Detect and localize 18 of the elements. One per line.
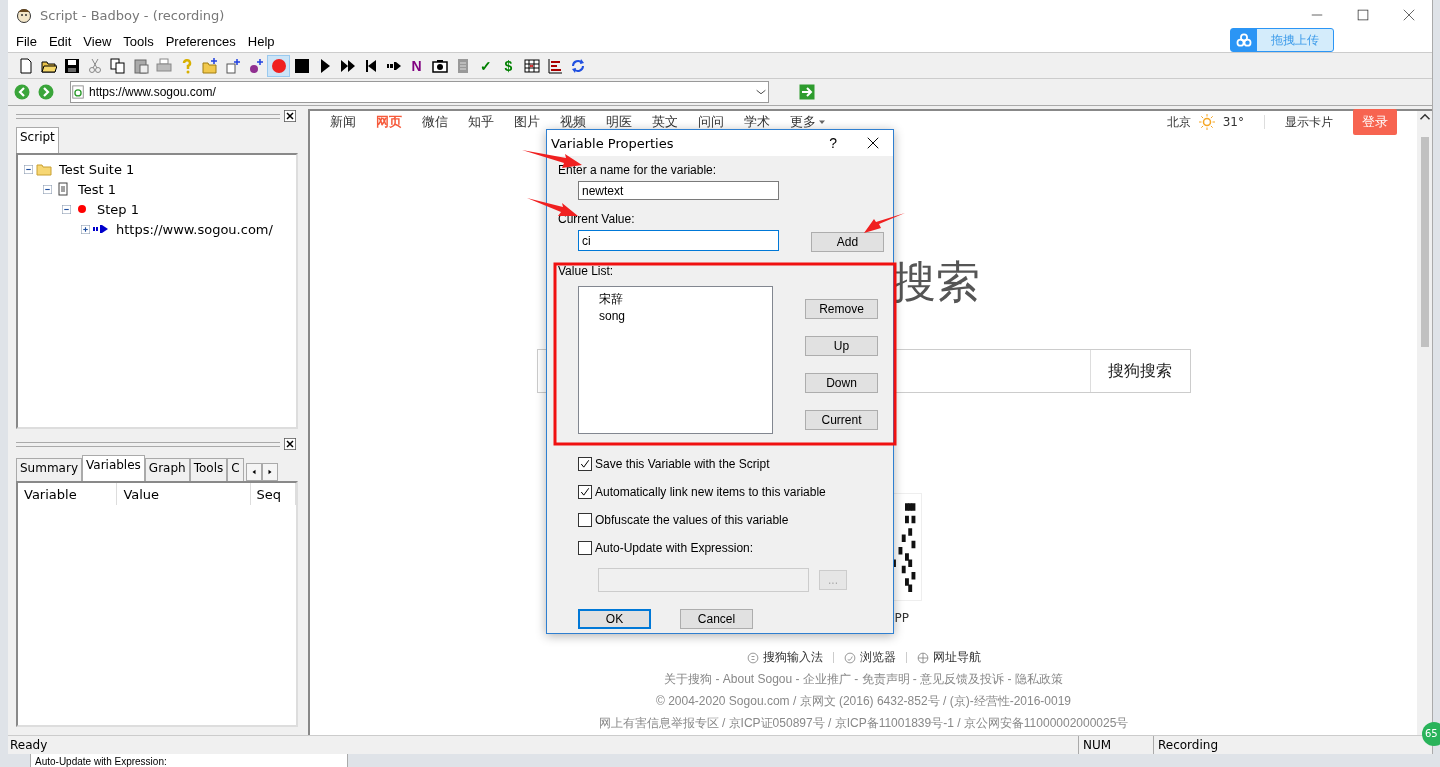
option-text: Auto-Update with Expression: [35,756,167,767]
footer-text: © 2004-2020 Sogou.com / 京网文 (2016) 6432-852号 / (京)-经营性-2016-0019 [655,693,1071,710]
field-label: Value List: [558,264,615,278]
temperature: 31° [1222,115,1244,129]
dialog-title: Variable Properties [551,135,675,151]
field-label: Enter a name for the variable: [558,163,718,177]
checkbox-label: Obfuscate the values of this variable [595,513,789,527]
city-label: 北京 [1166,113,1191,131]
status-mode: Recording [1158,738,1219,752]
footer-text: 网上有害信息举报专区 / 京ICP证050897号 / 京ICP备11001839号-1 / 京公网安备11000002000025号 [598,715,1129,732]
window-title: Script - Badboy - (recording) [40,7,226,23]
checkbox-label: Save this Variable with the Script [595,457,770,471]
status-indicator: NUM [1083,738,1112,752]
checkbox-label: Automatically link new items to this variable [595,485,826,499]
app-label: PP [894,611,910,625]
footer-text: 关于搜狗 - About Sogou - 企业推广 - 免责声明 - 意见反馈及投诉 - 隐私政策 [664,671,1063,688]
checkbox-label: Auto-Update with Expression: [595,541,754,555]
status-text: Ready [10,738,49,752]
